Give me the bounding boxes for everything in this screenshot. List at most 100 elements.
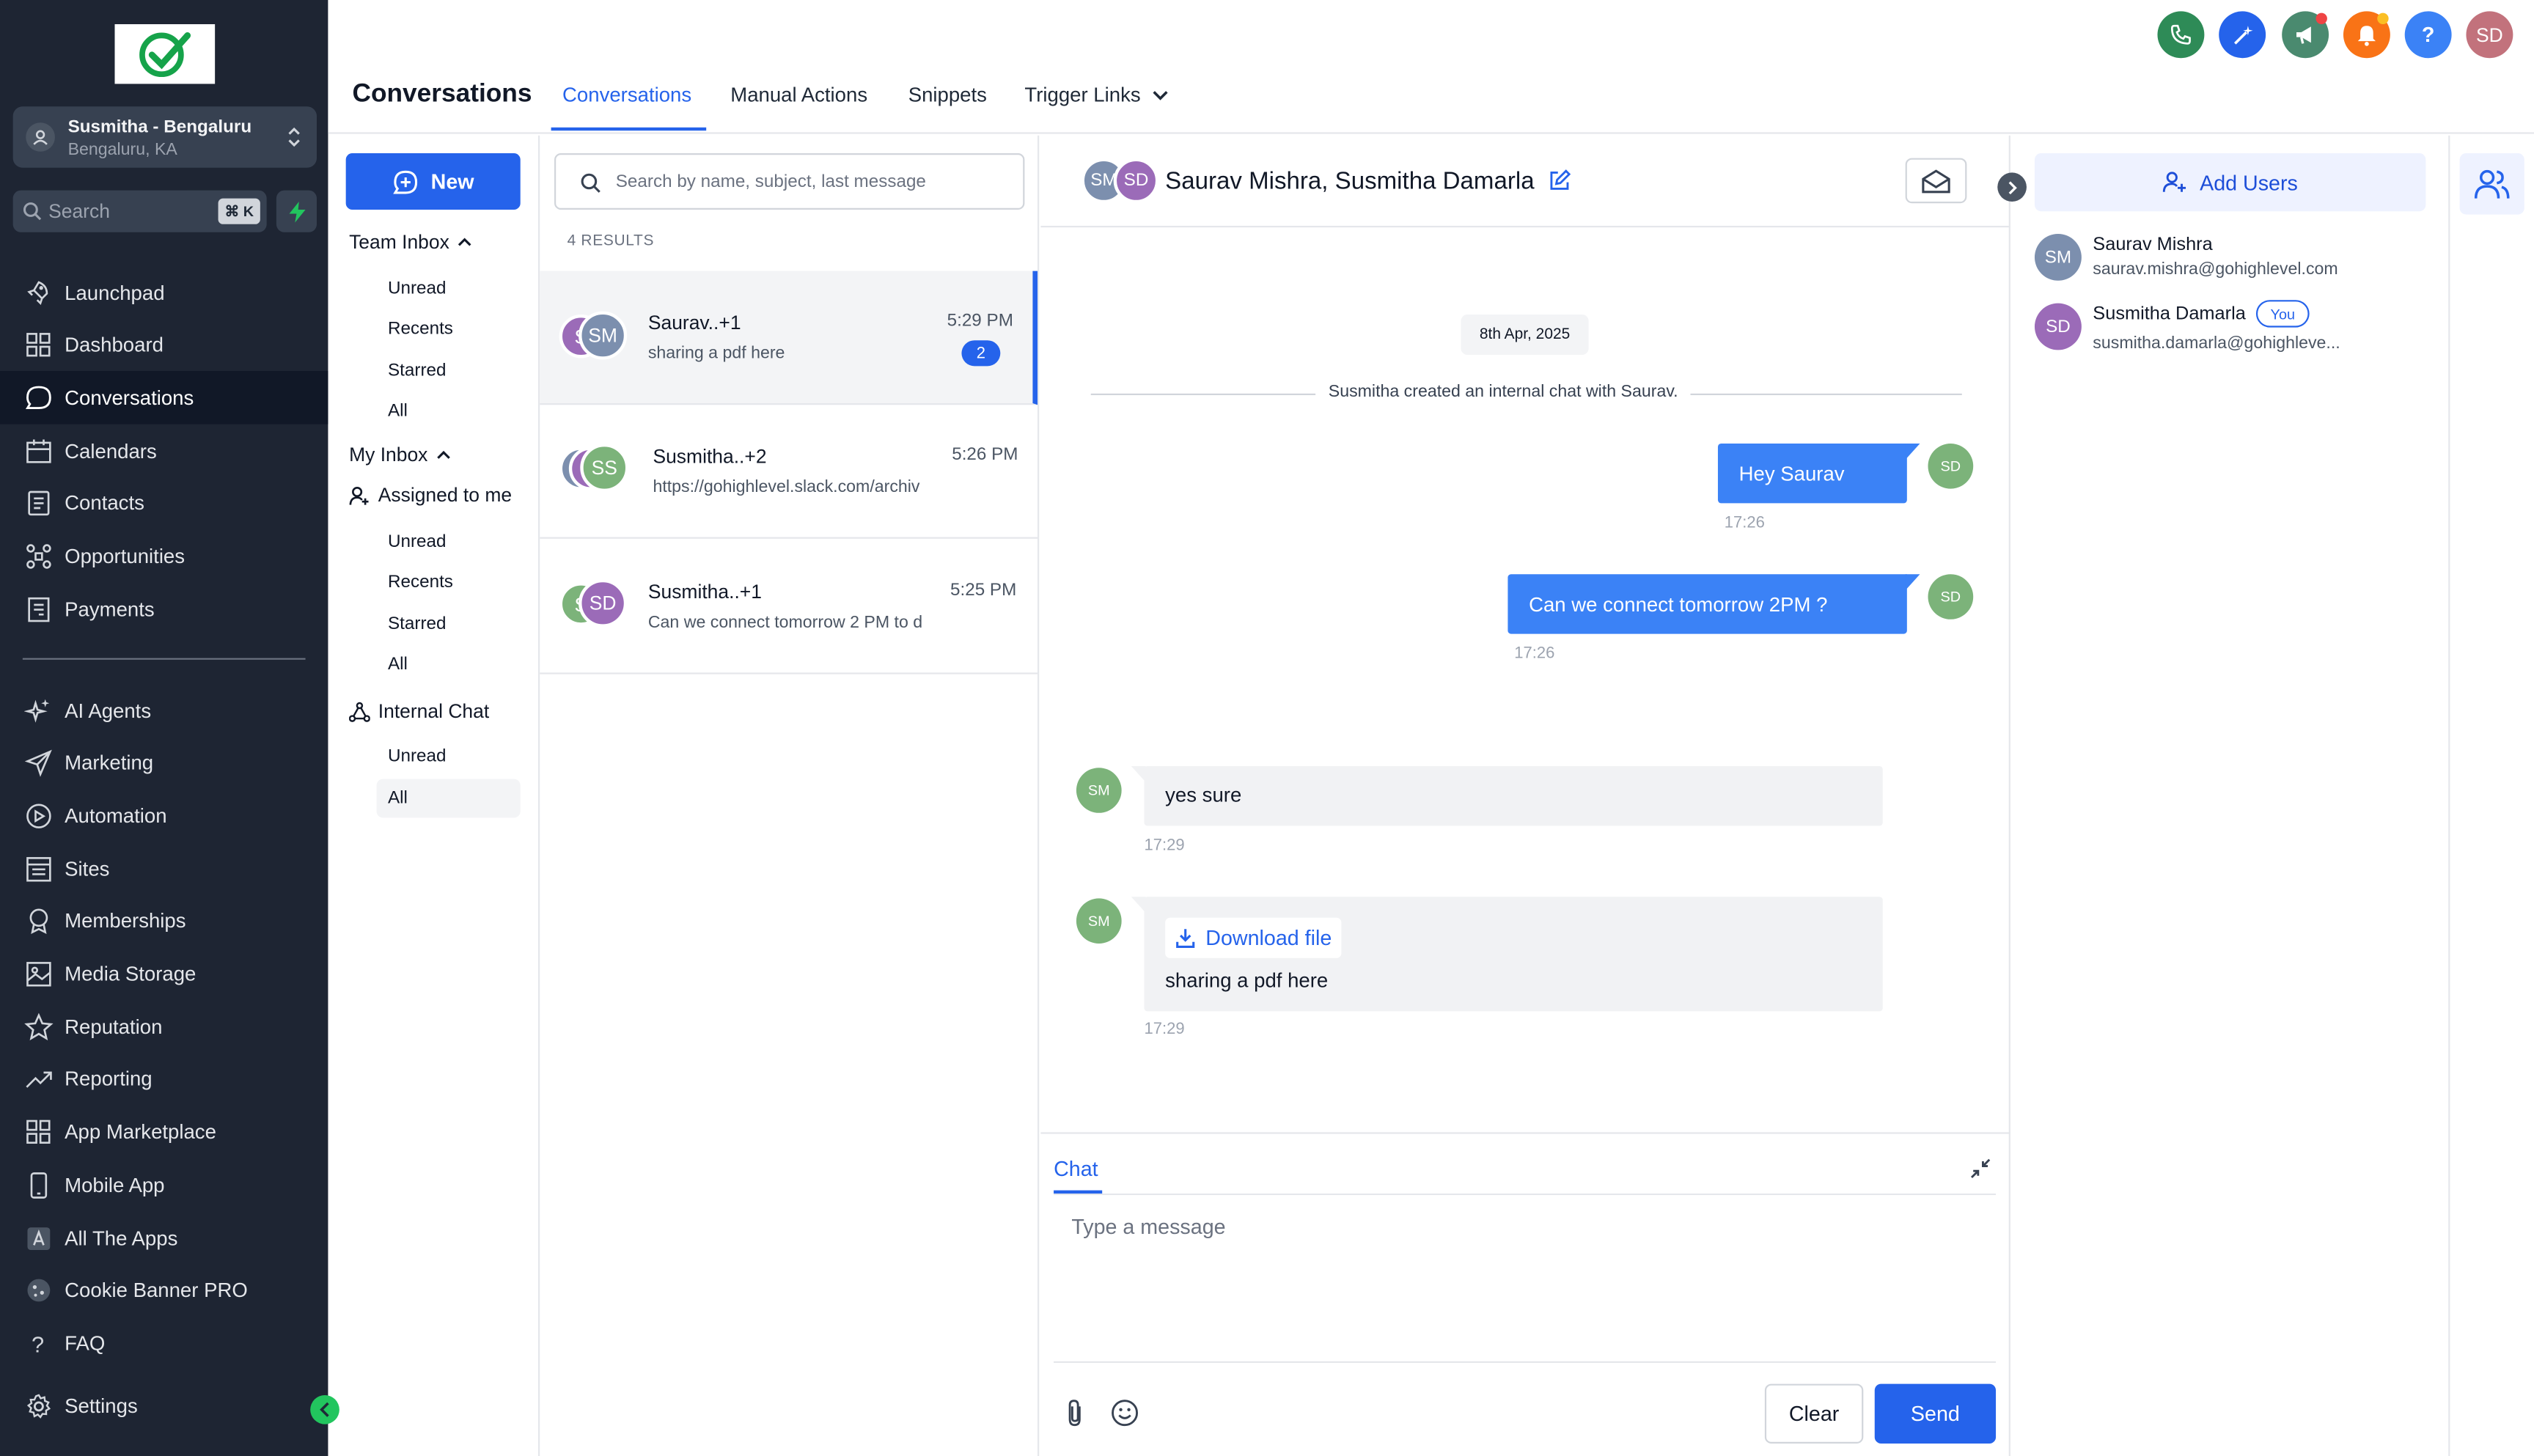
- my-inbox-toggle[interactable]: My Inbox: [349, 444, 450, 466]
- download-file-button[interactable]: Download file: [1165, 917, 1342, 958]
- right-rail: [2452, 136, 2534, 1456]
- sidebar-item-contacts[interactable]: Contacts: [0, 477, 328, 531]
- emoji-icon[interactable]: [1110, 1398, 1139, 1427]
- edit-icon[interactable]: [1549, 169, 1571, 192]
- conversation-item[interactable]: S SD Susmitha..+1 Can we connect tomorro…: [540, 540, 1038, 674]
- account-switcher[interactable]: Susmitha - Bengaluru Bengaluru, KA: [12, 106, 317, 168]
- cookie-icon: [24, 1276, 54, 1306]
- notification-dot: [2316, 12, 2327, 24]
- left-sidebar: Susmitha - Bengaluru Bengaluru, KA Searc…: [0, 0, 339, 1456]
- conversation-item[interactable]: S SM Saurav..+1 sharing a pdf here 5:29 …: [540, 271, 1038, 405]
- tab-manual-actions[interactable]: Manual Actions: [730, 84, 867, 106]
- sidebar-item-calendars[interactable]: Calendars: [0, 424, 328, 478]
- email-button[interactable]: [1905, 158, 1967, 204]
- internal-chat-toggle[interactable]: Internal Chat: [349, 700, 489, 723]
- message-input[interactable]: [1054, 1195, 1997, 1363]
- search-icon: [580, 172, 601, 194]
- check-logo-icon: [139, 31, 191, 76]
- team-inbox-all[interactable]: All: [388, 402, 408, 421]
- magic-wand-icon: [2233, 25, 2252, 44]
- my-inbox-recents[interactable]: Recents: [388, 573, 453, 592]
- sidebar-item-media-storage[interactable]: Media Storage: [0, 948, 328, 1001]
- sidebar-item-ai-agents[interactable]: AI Agents: [0, 684, 328, 738]
- sidebar-item-dashboard[interactable]: Dashboard: [0, 319, 328, 372]
- sidebar-item-conversations[interactable]: Conversations: [0, 371, 328, 425]
- top-header: Conversations Conversations Manual Actio…: [328, 0, 2534, 134]
- user-avatar[interactable]: SD: [2466, 11, 2513, 59]
- minimize-icon[interactable]: [1970, 1158, 1991, 1180]
- message-bubble-outgoing: Hey Saurav: [1717, 444, 1907, 504]
- results-count: 4 RESULTS: [567, 232, 655, 250]
- new-conversation-button[interactable]: New: [345, 153, 521, 210]
- conversation-item[interactable]: SS Susmitha..+2 https://gohighlevel.slac…: [540, 405, 1038, 539]
- sidebar-item-memberships[interactable]: Memberships: [0, 895, 328, 949]
- sidebar-item-launchpad[interactable]: Launchpad: [0, 266, 328, 320]
- ai-assist-button[interactable]: [2219, 11, 2266, 59]
- quick-actions-button[interactable]: [276, 190, 317, 232]
- sidebar-item-label: Reporting: [65, 1068, 153, 1092]
- notifications-button[interactable]: [2343, 11, 2390, 59]
- sidebar-item-label: Calendars: [65, 439, 157, 463]
- my-inbox-unread[interactable]: Unread: [388, 532, 447, 551]
- sidebar-search[interactable]: Search ⌘ K: [12, 190, 267, 232]
- question-icon: ?: [2421, 22, 2435, 47]
- internal-chat-all[interactable]: All: [376, 779, 521, 818]
- sidebar-item-settings[interactable]: Settings: [0, 1379, 328, 1433]
- logo[interactable]: [114, 24, 216, 84]
- team-inbox-toggle[interactable]: Team Inbox: [349, 231, 472, 253]
- chevron-up-icon: [436, 450, 450, 459]
- assigned-to-me[interactable]: Assigned to me: [349, 484, 512, 507]
- you-badge: You: [2255, 300, 2310, 328]
- add-users-button[interactable]: Add Users: [2034, 153, 2426, 212]
- my-inbox-starred[interactable]: Starred: [388, 614, 447, 633]
- sidebar-item-all-the-apps[interactable]: All The Apps: [0, 1211, 328, 1265]
- sidebar-item-label: Mobile App: [65, 1174, 165, 1196]
- inbox-filters: New Team Inbox Unread Recents Starred Al…: [328, 135, 540, 1456]
- announcements-button[interactable]: [2282, 11, 2329, 59]
- composer-tab-chat[interactable]: Chat: [1054, 1156, 1098, 1180]
- users-icon: [2474, 169, 2510, 199]
- award-icon: [24, 907, 54, 936]
- collapse-panel-button[interactable]: [1997, 172, 2027, 202]
- internal-chat-unread[interactable]: Unread: [388, 747, 447, 766]
- bubble-tail: [1905, 574, 1920, 591]
- my-inbox-all[interactable]: All: [388, 655, 408, 674]
- avatar: SD: [579, 578, 628, 628]
- conversation-search[interactable]: Search by name, subject, last message: [554, 153, 1025, 210]
- phone-button[interactable]: [2157, 11, 2205, 59]
- team-inbox-unread[interactable]: Unread: [388, 279, 447, 298]
- account-name: Susmitha - Bengaluru: [67, 117, 252, 137]
- chevron-up-icon: [458, 238, 471, 246]
- attachment-icon[interactable]: [1063, 1398, 1086, 1427]
- sidebar-item-sites[interactable]: Sites: [0, 842, 328, 896]
- participants-toggle[interactable]: [2459, 153, 2524, 215]
- sidebar-item-mobile-app[interactable]: Mobile App: [0, 1158, 328, 1212]
- tab-snippets[interactable]: Snippets: [908, 84, 987, 106]
- message-bubble-incoming: Download file sharing a pdf here: [1144, 897, 1883, 1012]
- send-button[interactable]: Send: [1874, 1383, 1997, 1444]
- conversation-search-placeholder: Search by name, subject, last message: [615, 172, 926, 192]
- add-users-label: Add Users: [2200, 170, 2298, 195]
- sidebar-item-automation[interactable]: Automation: [0, 790, 328, 843]
- clear-button[interactable]: Clear: [1764, 1383, 1864, 1444]
- tab-trigger-links[interactable]: Trigger Links: [1024, 84, 1168, 106]
- sidebar-item-reputation[interactable]: Reputation: [0, 1000, 328, 1054]
- team-inbox-starred[interactable]: Starred: [388, 361, 447, 380]
- sidebar-item-payments[interactable]: Payments: [0, 583, 328, 636]
- sidebar-item-marketing[interactable]: Marketing: [0, 737, 328, 790]
- conversation-name: Susmitha..+1: [647, 581, 762, 603]
- sidebar-item-cookie-banner-pro[interactable]: Cookie Banner PRO: [0, 1264, 328, 1317]
- avatar: SD: [1928, 574, 1974, 619]
- team-inbox-recents[interactable]: Recents: [388, 320, 453, 339]
- help-button[interactable]: ?: [2404, 11, 2452, 59]
- sidebar-item-label: FAQ: [65, 1331, 106, 1355]
- avatar: SM: [1076, 898, 1122, 944]
- sidebar-item-faq[interactable]: ? FAQ: [0, 1317, 328, 1370]
- participant-email: susmitha.damarla@gohighleve...: [2093, 334, 2340, 353]
- message-text: sharing a pdf here: [1165, 969, 1329, 992]
- sidebar-item-opportunities[interactable]: Opportunities: [0, 530, 328, 584]
- sidebar-item-reporting[interactable]: Reporting: [0, 1053, 328, 1106]
- page-title: Conversations: [352, 81, 532, 109]
- sidebar-item-app-marketplace[interactable]: App Marketplace: [0, 1106, 328, 1159]
- tab-conversations[interactable]: Conversations: [562, 84, 691, 106]
